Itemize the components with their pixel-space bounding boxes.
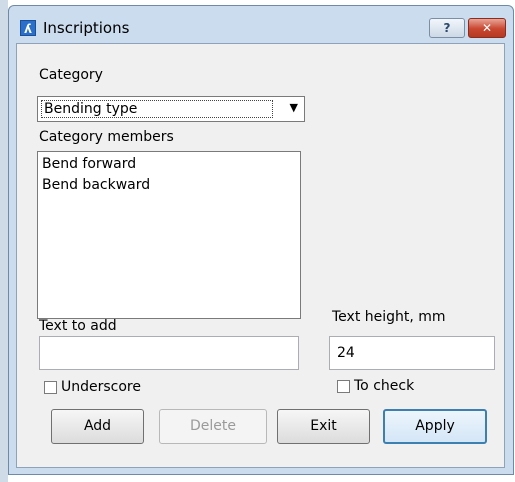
text-to-add-input[interactable] <box>39 336 299 370</box>
add-button[interactable]: Add <box>51 409 144 444</box>
title-bar[interactable]: ʎ Inscriptions ? ✕ <box>9 6 513 44</box>
text-height-label: Text height, mm <box>332 309 446 325</box>
underscore-checkbox-box[interactable] <box>44 380 57 394</box>
background-strip <box>0 0 8 482</box>
to-check-checkbox[interactable]: To check <box>337 378 414 394</box>
window-title: Inscriptions <box>43 19 130 37</box>
list-item[interactable]: Bend forward <box>42 154 296 175</box>
to-check-label: To check <box>354 378 415 394</box>
dialog-client-area: Category Bending type ▼ Category members… <box>16 43 505 468</box>
underscore-label: Underscore <box>61 379 141 395</box>
help-button[interactable]: ? <box>429 18 465 38</box>
category-dropdown[interactable]: Bending type ▼ <box>37 96 305 122</box>
text-to-add-label: Text to add <box>39 318 117 334</box>
underscore-checkbox[interactable]: Underscore <box>44 379 141 395</box>
chevron-down-icon[interactable]: ▼ <box>290 101 298 114</box>
category-members-label: Category members <box>39 129 174 145</box>
to-check-checkbox-box[interactable] <box>337 379 350 393</box>
exit-button[interactable]: Exit <box>277 409 370 444</box>
category-label: Category <box>39 67 103 83</box>
category-selected-value: Bending type <box>41 100 273 118</box>
apply-button[interactable]: Apply <box>383 409 487 444</box>
app-logo-icon: ʎ <box>20 20 36 36</box>
category-members-list[interactable]: Bend forward Bend backward <box>37 151 301 319</box>
delete-button[interactable]: Delete <box>159 409 267 444</box>
list-item[interactable]: Bend backward <box>42 175 296 196</box>
text-height-input[interactable]: 24 <box>329 336 495 370</box>
dialog-window: ʎ Inscriptions ? ✕ Category Bending type… <box>8 5 514 475</box>
close-button[interactable]: ✕ <box>468 18 506 38</box>
